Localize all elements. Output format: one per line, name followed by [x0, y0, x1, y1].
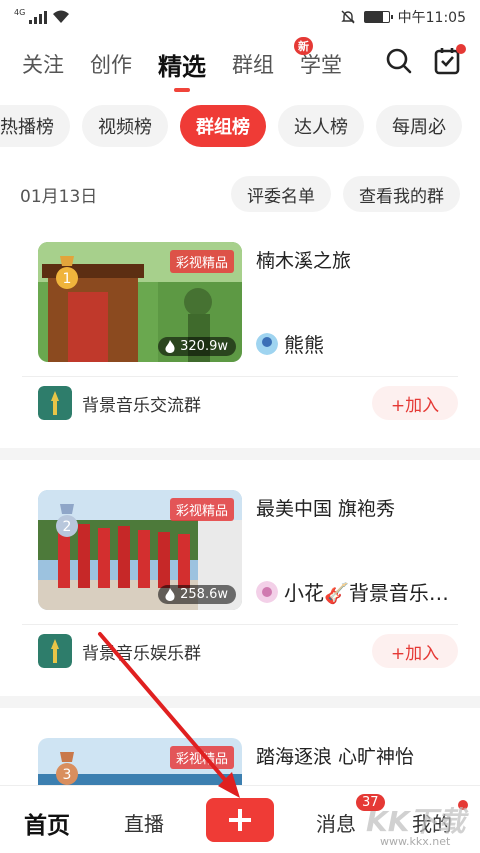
author[interactable]: 小花🎸背景音乐… [256, 577, 458, 606]
video-title[interactable]: 踏海逐浪 心旷神怡 [256, 742, 458, 769]
search-button[interactable] [384, 46, 414, 76]
tab-school-label: 学堂 [300, 53, 342, 77]
group-name[interactable]: 背景音乐交流群 [82, 391, 201, 416]
nav-home[interactable]: 首页 [24, 806, 70, 840]
notification-dot [456, 44, 466, 54]
flame-icon [165, 339, 175, 353]
author[interactable]: 熊熊 [256, 329, 458, 358]
chip-weekly[interactable]: 每周必 [376, 105, 462, 147]
section-separator [0, 448, 480, 460]
chip-talent[interactable]: 达人榜 [278, 105, 364, 147]
judges-button[interactable]: 评委名单 [231, 176, 331, 212]
watermark-url: www.kkx.net [380, 835, 451, 848]
plus-icon [229, 809, 251, 831]
status-right: 中午11:05 [340, 7, 466, 27]
search-icon [386, 48, 412, 74]
group-row: 背景音乐交流群 +加入 [0, 377, 480, 429]
tab-groups[interactable]: 群组 [232, 49, 274, 79]
rank-medal-icon: 3 [56, 752, 78, 785]
rank-number: 2 [63, 519, 72, 535]
chip-group[interactable]: 群组榜 [180, 105, 266, 147]
tab-create[interactable]: 创作 [90, 49, 132, 79]
rank-medal-icon: 2 [56, 504, 78, 537]
group-avatar [38, 386, 72, 420]
chip-hot[interactable]: 热播榜 [0, 105, 70, 147]
chip-video[interactable]: 视频榜 [82, 105, 168, 147]
card-info: 最美中国 旗袍秀 小花🎸背景音乐… [256, 490, 458, 610]
card-main: 1 彩视精品 320.9w 楠木溪之旅 熊熊 [0, 242, 480, 362]
card-info: 踏海逐浪 心旷神怡 [256, 738, 458, 785]
views-count: 258.6w [158, 585, 236, 604]
video-thumbnail[interactable]: 3 彩视精品 [38, 738, 242, 785]
card-info: 楠木溪之旅 熊熊 [256, 242, 458, 362]
ranking-chips: 热播榜 视频榜 群组榜 达人榜 每周必 [0, 102, 480, 150]
network-type: 4G [14, 8, 26, 17]
nav-icons [384, 44, 466, 76]
avatar [256, 332, 278, 355]
my-groups-button[interactable]: 查看我的群 [343, 176, 460, 212]
author-name: 熊熊 [284, 333, 324, 357]
featured-tag: 彩视精品 [169, 498, 234, 521]
section-separator [0, 696, 480, 708]
views-value: 258.6w [180, 587, 228, 602]
bell-off-icon [340, 10, 355, 24]
wifi-icon [53, 10, 70, 23]
top-nav: 关注 创作 精选 群组 新 学堂 [0, 36, 480, 92]
group-avatar [38, 634, 72, 668]
flame-icon [165, 587, 175, 601]
join-button[interactable]: +加入 [372, 634, 458, 668]
create-button[interactable] [206, 798, 274, 842]
featured-tag: 彩视精品 [169, 250, 234, 273]
card-main: 3 彩视精品 踏海逐浪 心旷神怡 [0, 738, 480, 785]
status-bar: 4G 中午11:05 [0, 0, 480, 34]
group-card[interactable]: 3 彩视精品 踏海逐浪 心旷神怡 [0, 738, 480, 785]
author-name: 小花🎸背景音乐… [284, 581, 449, 605]
group-card[interactable]: 1 彩视精品 320.9w 楠木溪之旅 熊熊 背景音乐交流群 +加入 [0, 242, 480, 429]
join-button[interactable]: +加入 [372, 386, 458, 420]
status-left: 4G [14, 9, 71, 25]
tab-school[interactable]: 新 学堂 [294, 37, 342, 79]
video-title[interactable]: 楠木溪之旅 [256, 246, 458, 273]
task-button[interactable] [432, 44, 466, 76]
nav-live[interactable]: 直播 [124, 808, 164, 837]
video-thumbnail[interactable]: 1 彩视精品 320.9w [38, 242, 242, 362]
rank-number: 3 [63, 767, 72, 783]
date-row: 01月13日 评委名单 查看我的群 [0, 174, 480, 214]
card-main: 2 彩视精品 258.6w 最美中国 旗袍秀 小花🎸背景音乐… [0, 490, 480, 610]
date-label: 01月13日 [20, 186, 98, 207]
video-title[interactable]: 最美中国 旗袍秀 [256, 494, 458, 521]
rank-number: 1 [63, 271, 72, 287]
group-name[interactable]: 背景音乐娱乐群 [82, 639, 201, 664]
views-value: 320.9w [180, 339, 228, 354]
video-thumbnail[interactable]: 2 彩视精品 258.6w [38, 490, 242, 610]
nav-messages[interactable]: 消息 [316, 808, 356, 837]
new-badge: 新 [294, 37, 313, 55]
tab-featured[interactable]: 精选 [158, 47, 206, 92]
tab-follow[interactable]: 关注 [22, 49, 64, 79]
views-count: 320.9w [158, 337, 236, 356]
group-card[interactable]: 2 彩视精品 258.6w 最美中国 旗袍秀 小花🎸背景音乐… 背景音乐娱乐群 … [0, 490, 480, 677]
group-row: 背景音乐娱乐群 +加入 [0, 625, 480, 677]
rank-medal-icon: 1 [56, 256, 78, 289]
watermark-logo: KK下载 [366, 805, 466, 838]
clock: 中午11:05 [397, 10, 466, 26]
featured-tag: 彩视精品 [169, 746, 234, 769]
battery-icon [363, 11, 393, 23]
date-actions: 评委名单 查看我的群 [231, 176, 460, 212]
signal-icon [29, 10, 48, 24]
avatar [256, 580, 278, 603]
